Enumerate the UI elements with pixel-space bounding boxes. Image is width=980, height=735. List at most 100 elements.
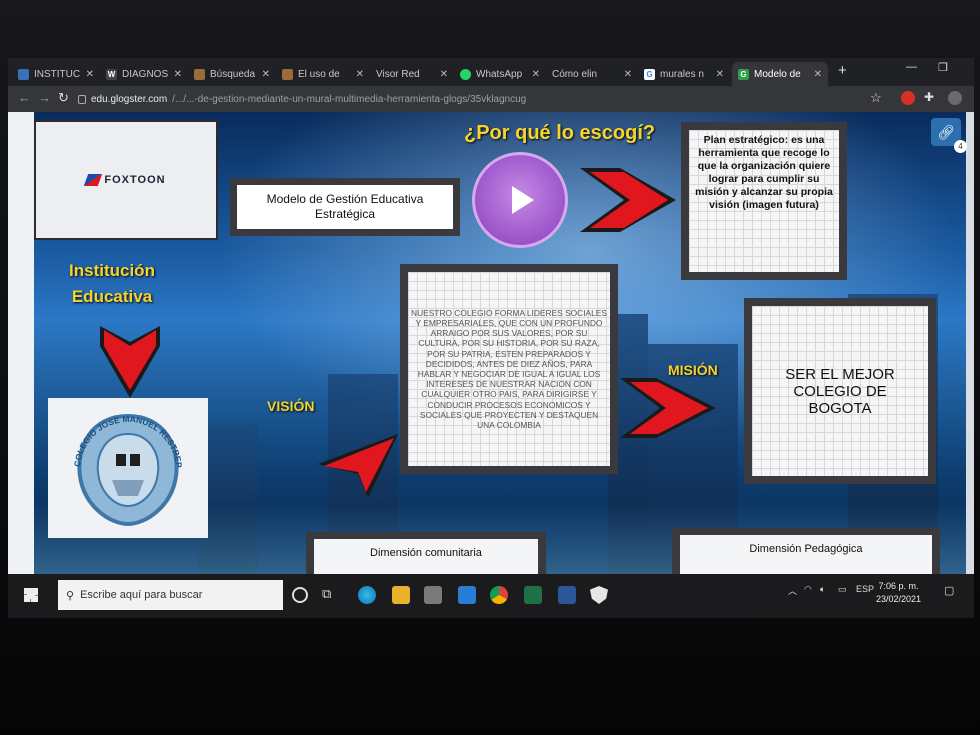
dimension-comunitaria-box: Dimensión comunitaria	[306, 532, 546, 574]
tab-label: DIAGNOS	[122, 68, 169, 80]
vision-text: NUESTRO COLEGIO FORMA LIDERES SOCIALES Y…	[411, 307, 607, 431]
red-arrow-mision-icon	[620, 378, 716, 438]
profile-avatar[interactable]	[948, 91, 962, 105]
tab-4[interactable]: Visor Red ✕	[370, 62, 454, 86]
battery-icon[interactable]: ▭	[838, 584, 847, 595]
search-icon: ⚲	[66, 589, 75, 602]
foxtoon-logo-box[interactable]: FOXTOON	[34, 120, 218, 240]
windows-start-icon[interactable]	[24, 588, 38, 602]
tab-2[interactable]: Búsqueda ✕	[188, 62, 276, 86]
lock-icon	[78, 94, 86, 104]
tab-label: murales n	[660, 68, 704, 80]
task-view-icon[interactable]: ⧉	[322, 586, 331, 602]
mision-text: SER EL MEJOR COLEGIO DE BOGOTA	[785, 365, 895, 417]
tab-6[interactable]: Cómo elin ✕	[546, 62, 638, 86]
plan-estrategico-box: Plan estratégico: es una herramienta que…	[681, 122, 847, 280]
tab-strip: INSTITUC ✕ W DIAGNOS ✕ Búsqueda ✕ El uso…	[8, 58, 974, 86]
close-icon[interactable]: ✕	[440, 69, 448, 80]
link-badge[interactable]: 🔗︎ 4	[931, 118, 967, 153]
clock-time: 7:06 p. m.	[878, 581, 919, 591]
tab-0[interactable]: INSTITUC ✕	[12, 62, 100, 86]
extension-red-icon[interactable]	[901, 91, 915, 105]
puzzle-icon[interactable]: ✚	[924, 90, 934, 104]
clock-date: 23/02/2021	[876, 594, 922, 604]
tab-1[interactable]: W DIAGNOS ✕	[100, 62, 188, 86]
tab-label: Cómo elin	[552, 68, 598, 80]
modelo-title: Modelo de Gestión Educativa Estratégica	[266, 192, 424, 221]
restore-icon[interactable]: ❐	[938, 61, 948, 74]
excel-icon[interactable]	[524, 586, 542, 604]
taskbar-search-placeholder: Escribe aquí para buscar	[80, 589, 203, 601]
institucion-label: Institución Educativa	[69, 261, 155, 306]
tab-7[interactable]: G murales n ✕	[638, 62, 730, 86]
close-icon[interactable]: ✕	[532, 69, 540, 80]
red-arrow-vision-icon	[318, 434, 398, 498]
wifi-icon[interactable]: ◠	[804, 584, 812, 595]
page-left-margin	[8, 112, 34, 574]
edge-icon[interactable]	[358, 586, 376, 604]
tab-5[interactable]: WhatsApp ✕	[454, 62, 546, 86]
minimize-icon[interactable]: —	[906, 61, 917, 73]
close-icon[interactable]: ✕	[86, 69, 94, 80]
monitor-bezel: INSTITUC ✕ W DIAGNOS ✕ Búsqueda ✕ El uso…	[0, 0, 980, 735]
whatsapp-icon	[460, 68, 471, 80]
plan-estrategico-text: Plan estratégico: es una herramienta que…	[695, 134, 833, 211]
blue-square-icon	[18, 68, 29, 80]
screen: INSTITUC ✕ W DIAGNOS ✕ Búsqueda ✕ El uso…	[8, 58, 974, 618]
close-icon[interactable]: ✕	[356, 69, 364, 80]
close-icon[interactable]: ✕	[262, 69, 270, 80]
shield-icon[interactable]	[590, 586, 608, 604]
tray-chevron-icon[interactable]: ︿	[788, 584, 797, 597]
bookmark-star-icon[interactable]: ☆	[870, 90, 882, 106]
url-domain: edu.glogster.com	[91, 93, 168, 105]
tab-label: El uso de	[298, 68, 340, 80]
volume-icon[interactable]: 🔈︎	[820, 584, 825, 595]
close-icon[interactable]: ✕	[174, 69, 182, 80]
dimension-pedagogica-box: Dimensión Pedagógica	[672, 528, 940, 574]
dimension-pedagogica-title: Dimensión Pedagógica	[749, 543, 863, 555]
close-icon[interactable]: ✕	[624, 69, 632, 80]
link-count: 4	[954, 140, 967, 153]
modelo-title-box: Modelo de Gestión Educativa Estratégica	[230, 178, 460, 236]
taskbar-search-box[interactable]: ⚲ Escribe aquí para buscar	[58, 580, 283, 610]
reload-icon[interactable]: ↻	[58, 90, 69, 106]
tab-label: Modelo de	[754, 68, 801, 80]
tab-label: WhatsApp	[476, 68, 523, 80]
foxtoon-logo-icon	[84, 174, 103, 186]
school-seal-card[interactable]: COLEGIO JOSE MANUEL RESTREPO	[48, 398, 208, 538]
mision-box: SER EL MEJOR COLEGIO DE BOGOTA	[744, 298, 936, 484]
page-scrollbar[interactable]	[966, 112, 974, 574]
tab-8-active[interactable]: G Modelo de ✕	[732, 62, 828, 86]
windows-taskbar: ⚲ Escribe aquí para buscar ⧉ ︿ ◠ 🔈︎ ▭ ES…	[8, 574, 974, 618]
address-bar[interactable]: edu.glogster.com /.../...-de-gestion-med…	[78, 90, 858, 108]
red-arrow-right-icon	[580, 168, 676, 232]
taskbar-clock[interactable]: 7:06 p. m. 23/02/2021	[876, 580, 921, 606]
url-path: /.../...-de-gestion-mediante-un-mural-mu…	[172, 93, 527, 105]
glogster-icon: G	[738, 68, 749, 80]
store-icon[interactable]	[424, 586, 442, 604]
mail-icon[interactable]	[458, 586, 476, 604]
tab-3[interactable]: El uso de ✕	[276, 62, 370, 86]
doc-icon	[282, 68, 293, 80]
tab-label: Búsqueda	[210, 68, 256, 80]
vision-box: NUESTRO COLEGIO FORMA LIDERES SOCIALES Y…	[400, 264, 618, 474]
notifications-icon[interactable]: ▢	[944, 584, 954, 597]
word-icon[interactable]	[558, 586, 576, 604]
google-icon: G	[644, 68, 655, 80]
video-play-button[interactable]	[472, 152, 568, 248]
close-icon[interactable]: ✕	[814, 69, 822, 80]
close-icon[interactable]: ✕	[716, 69, 724, 80]
tab-label: INSTITUC	[34, 68, 81, 80]
cortana-icon[interactable]	[292, 587, 308, 603]
mision-label: MISIÓN	[668, 362, 718, 378]
browser-toolbar: ← → ↻ edu.glogster.com /.../...-de-gesti…	[8, 86, 974, 112]
back-icon[interactable]: ←	[18, 90, 31, 105]
forward-icon[interactable]: →	[38, 90, 51, 105]
red-arrow-down-icon	[100, 326, 160, 398]
vision-label: VISIÓN	[267, 398, 315, 414]
doc-icon	[194, 68, 205, 80]
chrome-icon[interactable]	[490, 586, 508, 604]
language-indicator[interactable]: ESP	[856, 584, 874, 594]
new-tab-icon[interactable]: +	[838, 62, 847, 79]
file-explorer-icon[interactable]	[392, 586, 410, 604]
